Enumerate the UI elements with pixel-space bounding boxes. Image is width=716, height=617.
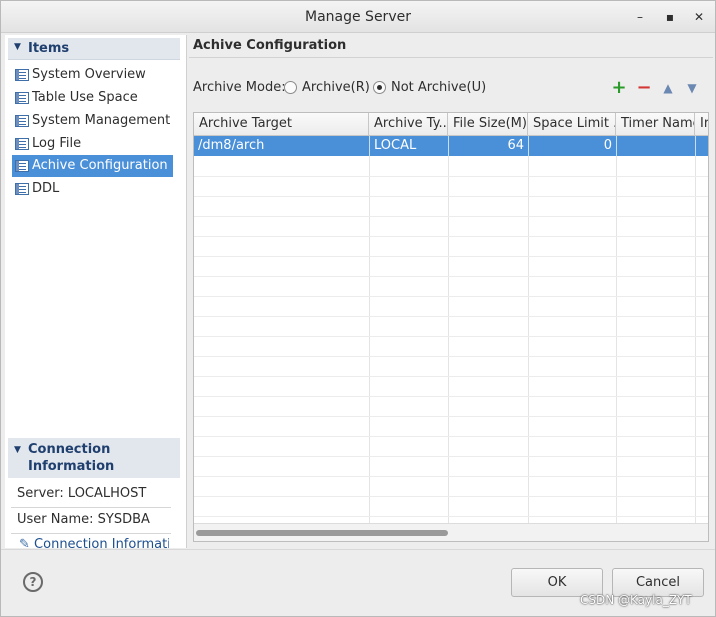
cell-archive-type: LOCAL [374, 138, 417, 153]
cell-divider [448, 136, 449, 156]
grid-line [194, 416, 708, 417]
watermark: CSDN @Kayla_ZYT [580, 593, 692, 607]
cell-divider [695, 136, 696, 156]
table-row[interactable]: /dm8/arch LOCAL 64 0 [194, 136, 708, 156]
cell-timer-name [620, 136, 692, 156]
cell-divider [528, 136, 529, 156]
sidebar-item-label: Log File [32, 136, 82, 151]
items-header-label: Items [28, 41, 70, 56]
grid-line [616, 136, 617, 523]
sidebar-item-label: Achive Configuration [32, 158, 168, 173]
move-down-icon[interactable]: ▼ [683, 79, 701, 97]
table-header: Archive Target Archive Ty... File Size(M… [194, 113, 708, 136]
column-header-archive-target[interactable]: Archive Target [194, 113, 369, 136]
cell-space-limit: 0 [603, 138, 612, 153]
add-icon[interactable]: + [610, 79, 628, 97]
table-icon [15, 92, 29, 104]
grid-line [194, 336, 708, 337]
scrollbar-thumb[interactable] [196, 530, 448, 536]
grid-line [194, 516, 708, 517]
table-icon [15, 160, 29, 172]
table-icon [15, 138, 29, 150]
horizontal-scrollbar[interactable] [194, 523, 708, 541]
manage-server-dialog: Manage Server – ▪ ✕ ▼ Items System Overv… [0, 0, 716, 617]
remove-icon[interactable]: − [635, 79, 653, 97]
grid-line [194, 216, 708, 217]
grid-line [194, 496, 708, 497]
column-header-space-limit[interactable]: Space Limit ... [528, 113, 616, 136]
sidebar-item-label: Table Use Space [32, 90, 138, 105]
cell-archive-target: /dm8/arch [198, 138, 265, 153]
minimize-button[interactable]: – [630, 7, 650, 27]
main-panel: Achive Configuration Archive Mode: Archi… [189, 35, 713, 547]
table-icon [15, 115, 29, 127]
collapse-arrow-icon[interactable]: ▼ [14, 42, 21, 52]
grid-line [194, 176, 708, 177]
grid-line [194, 356, 708, 357]
archive-mode-label: Archive Mode: [193, 80, 286, 95]
grid-line [194, 296, 708, 297]
table-icon [15, 183, 29, 195]
radio-circle[interactable] [284, 81, 297, 94]
sidebar-item-label: DDL [32, 181, 60, 196]
sidebar-item-system-management[interactable]: System Management [12, 110, 173, 132]
window-title: Manage Server [305, 9, 411, 25]
divider [189, 57, 713, 58]
sidebar-item-table-use-space[interactable]: Table Use Space [12, 87, 173, 109]
close-button[interactable]: ✕ [689, 7, 709, 27]
section-title: Achive Configuration [193, 38, 347, 53]
column-header-file-size[interactable]: File Size(M) [448, 113, 528, 136]
divider [11, 507, 171, 508]
cell-extra [699, 136, 708, 156]
move-up-icon[interactable]: ▲ [659, 79, 677, 97]
maximize-button[interactable]: ▪ [660, 7, 680, 27]
items-section-header[interactable]: ▼ Items [8, 38, 180, 60]
sidebar-item-label: System Overview [32, 67, 146, 82]
title-bar: Manage Server – ▪ ✕ [1, 1, 715, 33]
sidebar-item-ddl[interactable]: DDL [12, 178, 173, 200]
grid-line [194, 396, 708, 397]
grid-line [448, 136, 449, 523]
help-icon[interactable]: ? [23, 572, 43, 592]
grid-line [194, 436, 708, 437]
grid-line [194, 476, 708, 477]
cell-divider [369, 136, 370, 156]
collapse-arrow-icon[interactable]: ▼ [14, 445, 21, 455]
archive-table: Archive Target Archive Ty... File Size(M… [193, 112, 709, 542]
grid-line [194, 276, 708, 277]
connection-section-header[interactable]: ▼ Connection Information [8, 438, 180, 478]
left-panel: ▼ Items System Overview Table Use Space … [5, 35, 187, 548]
sidebar-item-label: System Management [32, 113, 171, 128]
radio-circle[interactable] [373, 81, 386, 94]
grid-line [194, 316, 708, 317]
grid-line [369, 136, 370, 523]
table-icon [15, 69, 29, 81]
archive-radio-label: Archive(R) [302, 80, 370, 95]
sidebar-item-system-overview[interactable]: System Overview [12, 64, 173, 86]
grid-line [194, 236, 708, 237]
connection-information-link[interactable]: ✎ Connection Information [19, 537, 169, 548]
server-info: Server: LOCALHOST [17, 486, 147, 501]
grid-line [194, 376, 708, 377]
grid-line [194, 456, 708, 457]
grid-line [695, 136, 696, 523]
grid-line [528, 136, 529, 523]
column-header-ir[interactable]: Ir [695, 113, 708, 136]
link-icon: ✎ [19, 537, 30, 548]
not-archive-radio-label: Not Archive(U) [391, 80, 487, 95]
column-header-archive-type[interactable]: Archive Ty... [369, 113, 448, 136]
sidebar-item-achive-configuration[interactable]: Achive Configuration [12, 155, 173, 177]
divider [11, 533, 171, 534]
user-info: User Name: SYSDBA [17, 512, 150, 527]
sidebar-item-log-file[interactable]: Log File [12, 133, 173, 155]
grid-line [194, 196, 708, 197]
connection-link-label: Connection Information [34, 537, 169, 548]
column-header-timer-name[interactable]: Timer Name [616, 113, 695, 136]
cell-divider [616, 136, 617, 156]
connection-header-label: Connection Information [28, 442, 115, 474]
cell-file-size: 64 [507, 138, 524, 153]
grid-line [194, 256, 708, 257]
